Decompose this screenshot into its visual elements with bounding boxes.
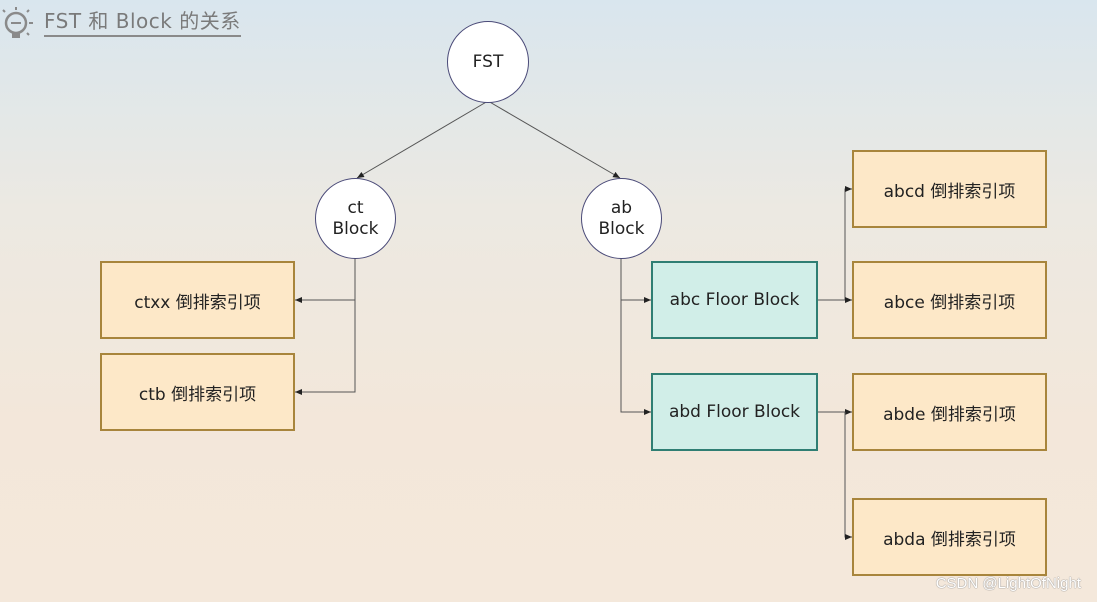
- watermark: CSDN @LightOfNight: [935, 575, 1081, 592]
- node-ab-block: ab Block: [581, 178, 662, 259]
- node-abda: abda 倒排索引项: [852, 498, 1047, 576]
- node-fst-label: FST: [472, 51, 504, 72]
- edge-fst-ct: [356, 100, 489, 179]
- edge-ab-abd: [620, 300, 651, 415]
- node-abcd-label: abcd 倒排索引项: [883, 181, 1016, 202]
- edge-ct-ctb: [295, 300, 356, 395]
- edge-fst-ab: [487, 100, 621, 179]
- node-ctxx-label: ctxx 倒排索引项: [134, 292, 261, 313]
- node-abce-label: abce 倒排索引项: [883, 292, 1016, 313]
- node-abd-floor-label: abd Floor Block: [668, 402, 801, 422]
- node-abd-floor: abd Floor Block: [651, 373, 818, 451]
- node-ctb-label: ctb 倒排索引项: [138, 384, 257, 405]
- node-abcd: abcd 倒排索引项: [852, 150, 1047, 228]
- node-abde-label: abde 倒排索引项: [883, 404, 1016, 425]
- node-ab-label-1: ab: [610, 197, 633, 218]
- edge-ab-abc: [620, 258, 651, 303]
- node-ctb: ctb 倒排索引项: [100, 353, 295, 431]
- edge-abc-abcd: [818, 186, 852, 301]
- node-ab-label-2: Block: [598, 218, 645, 239]
- node-abde: abde 倒排索引项: [852, 373, 1047, 451]
- node-fst: FST: [447, 21, 529, 103]
- node-abc-floor: abc Floor Block: [651, 261, 818, 339]
- edge-abd-abda: [844, 412, 852, 540]
- node-abda-label: abda 倒排索引项: [883, 529, 1016, 550]
- node-abce: abce 倒排索引项: [852, 261, 1047, 339]
- node-ct-block: ct Block: [315, 178, 396, 259]
- node-ctxx: ctxx 倒排索引项: [100, 261, 295, 339]
- edge-ct-ctxx: [295, 258, 356, 303]
- node-ct-label-1: ct: [347, 197, 364, 218]
- node-ct-label-2: Block: [332, 218, 379, 239]
- node-abc-floor-label: abc Floor Block: [669, 290, 800, 310]
